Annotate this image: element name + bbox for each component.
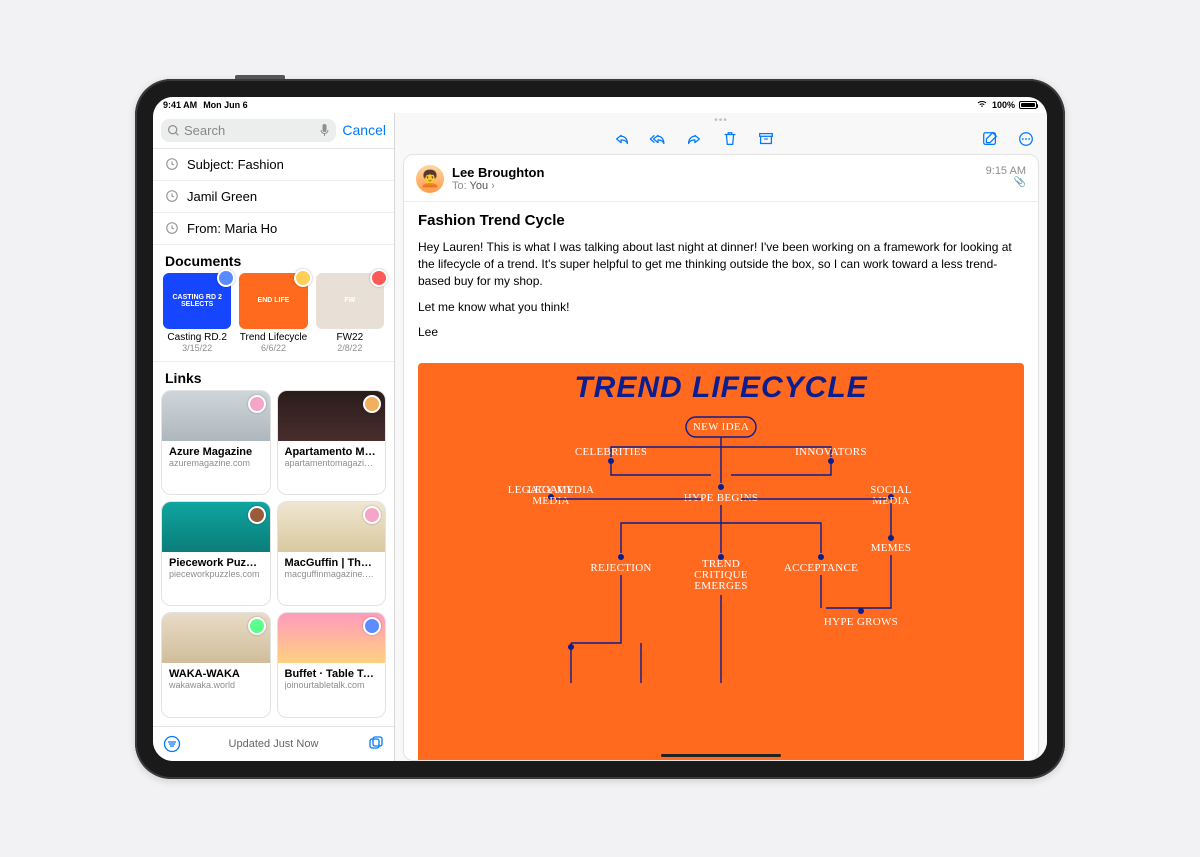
svg-text:ACCEPTANCE: ACCEPTANCE [784,562,858,574]
status-time: 9:41 AM [163,100,197,110]
document-card[interactable]: CASTING RD 2 SELECTSCasting RD.23/15/22 [163,273,231,353]
content-pane: ••• [395,113,1047,761]
history-icon [165,157,179,171]
search-suggestions: Subject: Fashion Jamil Green From: Maria… [153,148,394,245]
ipad-frame: 9:41 AM Mon Jun 6 100% Search [135,79,1065,779]
mail-to[interactable]: To: You › [452,180,978,192]
documents-heading: Documents [153,245,394,273]
battery-percent: 100% [992,100,1015,110]
link-card[interactable]: MacGuffin | The Lif...macguffinmagazine.… [277,501,387,606]
svg-text:NEW IDEA: NEW IDEA [693,421,749,433]
window-drag-handle[interactable]: ••• [712,113,730,128]
mail-from[interactable]: Lee Broughton [452,165,978,180]
search-icon [167,124,180,137]
status-bar: 9:41 AM Mon Jun 6 100% [153,97,1047,113]
archive-icon[interactable] [757,130,775,148]
svg-text:TRENDCRITIQUEEMERGES: TRENDCRITIQUEEMERGES [694,558,748,592]
mail-body: Hey Lauren! This is what I was talking a… [404,233,1038,360]
forward-icon[interactable] [685,130,703,148]
link-card[interactable]: Piecework Puzzlespieceworkpuzzles.com [161,501,271,606]
screen: 9:41 AM Mon Jun 6 100% Search [153,97,1047,761]
sender-avatar[interactable]: 🧑‍🦱 [416,165,444,193]
suggestion-item[interactable]: From: Maria Ho [153,213,394,245]
sidebar: Search Cancel Subject: Fashion Jamil Gre… [153,113,395,761]
home-indicator[interactable] [661,754,781,757]
mail-header: 🧑‍🦱 Lee Broughton To: You › 9:15 AM 📎 [404,155,1038,202]
svg-text:HYPE BEGINS: HYPE BEGINS [684,492,759,504]
mail-card: 🧑‍🦱 Lee Broughton To: You › 9:15 AM 📎 [403,154,1039,761]
link-card[interactable]: Buffet · Table Talkjoinourtabletalk.com [277,612,387,717]
link-card[interactable]: Apartamento Maga...apartamentomagazine.c… [277,390,387,495]
suggestion-item[interactable]: Subject: Fashion [153,149,394,181]
wifi-icon [976,99,988,110]
svg-text:LEGACYMEDIA: LEGACYMEDIA [528,484,574,507]
attachment-poster[interactable]: TREND LIFECYCLE NEW IDEA CELEBRITIES INN… [418,363,1024,759]
svg-text:MEMES: MEMES [871,542,912,554]
document-card[interactable]: FWFW222/8/22 [316,273,384,353]
reply-icon[interactable] [613,130,631,148]
filter-icon[interactable] [163,735,181,753]
mail-toolbar [395,128,1047,154]
compose-icon[interactable] [981,130,999,148]
microphone-icon[interactable] [319,123,330,137]
document-card[interactable]: END LIFETrend Lifecycle6/6/22 [239,273,307,353]
documents-row: CASTING RD 2 SELECTSCasting RD.23/15/22E… [153,273,394,361]
reply-all-icon[interactable] [649,130,667,148]
link-card[interactable]: Azure Magazineazuremagazine.com [161,390,271,495]
links-grid: Azure Magazineazuremagazine.comApartamen… [153,390,394,726]
status-date: Mon Jun 6 [203,100,248,110]
svg-text:REJECTION: REJECTION [590,562,651,574]
poster-diagram: NEW IDEA CELEBRITIES INNOVATORS HYPE BEG… [434,403,1008,683]
link-card[interactable]: WAKA-WAKAwakawaka.world [161,612,271,717]
chevron-right-icon: › [491,180,495,192]
poster-title: TREND LIFECYCLE [434,373,1008,403]
more-icon[interactable] [1017,130,1035,148]
sidebar-footer: Updated Just Now [153,726,394,761]
svg-text:INNOVATORS: INNOVATORS [795,446,867,458]
trash-icon[interactable] [721,130,739,148]
svg-text:CELEBRITIES: CELEBRITIES [575,446,647,458]
mail-time: 9:15 AM [986,165,1026,177]
battery-icon [1019,101,1037,109]
history-icon [165,189,179,203]
svg-text:HYPE GROWS: HYPE GROWS [824,616,898,628]
mail-subject: Fashion Trend Cycle [404,202,1038,233]
search-input[interactable]: Search [161,119,336,142]
cancel-button[interactable]: Cancel [342,122,386,138]
footer-status: Updated Just Now [229,738,319,750]
suggestion-item[interactable]: Jamil Green [153,181,394,213]
history-icon [165,221,179,235]
search-placeholder: Search [184,123,225,138]
attachment-icon: 📎 [986,177,1026,188]
windows-icon[interactable] [366,735,384,753]
links-heading: Links [153,361,394,390]
